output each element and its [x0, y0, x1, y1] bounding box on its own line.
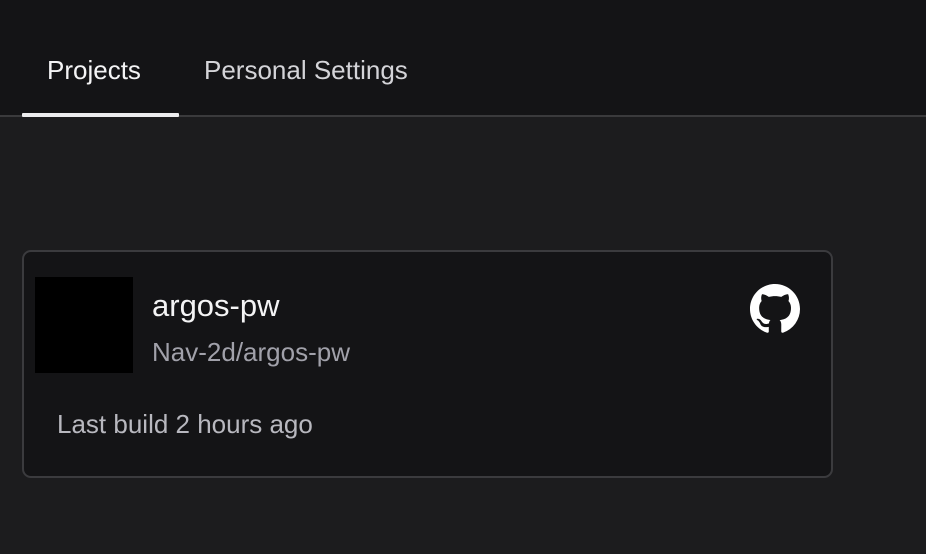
project-slug: Nav-2d/argos-pw	[152, 337, 350, 367]
tab-personal-settings[interactable]: Personal Settings	[204, 52, 408, 88]
tab-projects[interactable]: Projects	[47, 52, 141, 88]
top-navigation: Projects Personal Settings	[0, 0, 926, 117]
project-avatar	[35, 277, 133, 373]
project-name: argos-pw	[152, 288, 280, 323]
github-icon	[750, 284, 800, 333]
project-card[interactable]: argos-pw Nav-2d/argos-pw Last build 2 ho…	[22, 250, 833, 478]
last-build-text: Last build 2 hours ago	[57, 409, 313, 439]
